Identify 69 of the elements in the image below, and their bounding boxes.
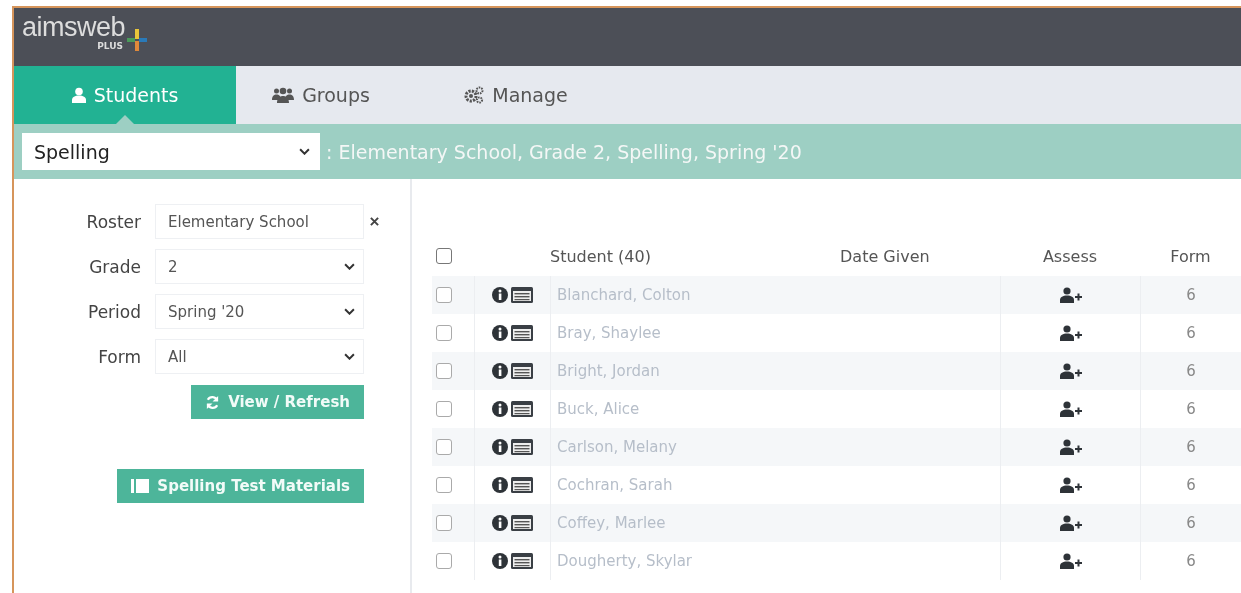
checkbox[interactable] xyxy=(436,248,452,264)
checkbox[interactable] xyxy=(436,363,452,379)
field-label: Grade xyxy=(88,256,142,277)
add-user-icon[interactable] xyxy=(1059,287,1082,303)
info-icon[interactable] xyxy=(492,325,508,341)
checkbox[interactable] xyxy=(436,553,452,569)
field-label: Roster xyxy=(85,211,142,232)
form-number: 6 xyxy=(1186,552,1196,570)
checkbox[interactable] xyxy=(436,515,452,531)
form-number: 6 xyxy=(1186,362,1196,380)
card-icon[interactable] xyxy=(511,477,533,493)
user-icon xyxy=(71,87,86,103)
card-icon[interactable] xyxy=(511,439,533,455)
checkbox[interactable] xyxy=(436,287,452,303)
add-user-icon[interactable] xyxy=(1059,439,1082,455)
select-field[interactable]: All xyxy=(155,339,364,374)
form-number: 6 xyxy=(1186,286,1196,304)
form-number: 6 xyxy=(1186,438,1196,456)
form-number: 6 xyxy=(1186,400,1196,418)
list-icon xyxy=(131,479,150,493)
chevron-down-icon xyxy=(344,263,355,270)
roster-field[interactable]: Elementary School xyxy=(155,204,364,239)
logo-subtext: PLUS xyxy=(97,41,124,51)
add-user-icon[interactable] xyxy=(1059,477,1082,493)
info-icon[interactable] xyxy=(492,363,508,379)
plus-icon xyxy=(127,29,148,51)
context-text: : Elementary School, Grade 2, Spelling, Spring '20 xyxy=(326,140,802,163)
add-user-icon[interactable] xyxy=(1059,401,1082,417)
card-icon[interactable] xyxy=(511,553,533,569)
select-field[interactable]: 2 xyxy=(155,249,364,284)
checkbox[interactable] xyxy=(436,325,452,341)
checkbox[interactable] xyxy=(436,401,452,417)
info-icon[interactable] xyxy=(492,401,508,417)
card-icon[interactable] xyxy=(511,325,533,341)
info-icon[interactable] xyxy=(492,553,508,569)
measure-dropdown[interactable]: Spelling xyxy=(22,133,320,170)
tab[interactable]: Manage xyxy=(406,66,626,124)
checkbox[interactable] xyxy=(436,477,452,493)
group-icon xyxy=(272,87,295,103)
info-icon[interactable] xyxy=(492,477,508,493)
select-field[interactable]: Spring '20 xyxy=(155,294,364,329)
column-header[interactable]: Form xyxy=(1170,246,1211,266)
field-label: Form xyxy=(97,346,142,367)
info-icon[interactable] xyxy=(492,439,508,455)
logo-text: aimsweb xyxy=(22,14,126,41)
column-header[interactable]: Assess xyxy=(1042,246,1098,266)
card-icon[interactable] xyxy=(511,363,533,379)
chevron-down-icon xyxy=(299,148,310,155)
column-header[interactable]: Student (40) xyxy=(550,246,651,266)
tab[interactable]: Groups xyxy=(236,66,406,124)
form-number: 6 xyxy=(1186,324,1196,342)
close-icon[interactable] xyxy=(370,217,379,226)
field-label: Period xyxy=(87,301,142,322)
add-user-icon[interactable] xyxy=(1059,325,1082,341)
refresh-icon xyxy=(205,394,221,410)
form-number: 6 xyxy=(1186,476,1196,494)
add-user-icon[interactable] xyxy=(1059,553,1082,569)
chevron-down-icon xyxy=(344,308,355,315)
column-header[interactable]: Date Given xyxy=(840,246,930,266)
info-icon[interactable] xyxy=(492,515,508,531)
checkbox[interactable] xyxy=(436,439,452,455)
card-icon[interactable] xyxy=(511,515,533,531)
card-icon[interactable] xyxy=(511,287,533,303)
add-user-icon[interactable] xyxy=(1059,363,1082,379)
add-user-icon[interactable] xyxy=(1059,515,1082,531)
info-icon[interactable] xyxy=(492,287,508,303)
card-icon[interactable] xyxy=(511,401,533,417)
chevron-down-icon xyxy=(344,353,355,360)
form-number: 6 xyxy=(1186,514,1196,532)
